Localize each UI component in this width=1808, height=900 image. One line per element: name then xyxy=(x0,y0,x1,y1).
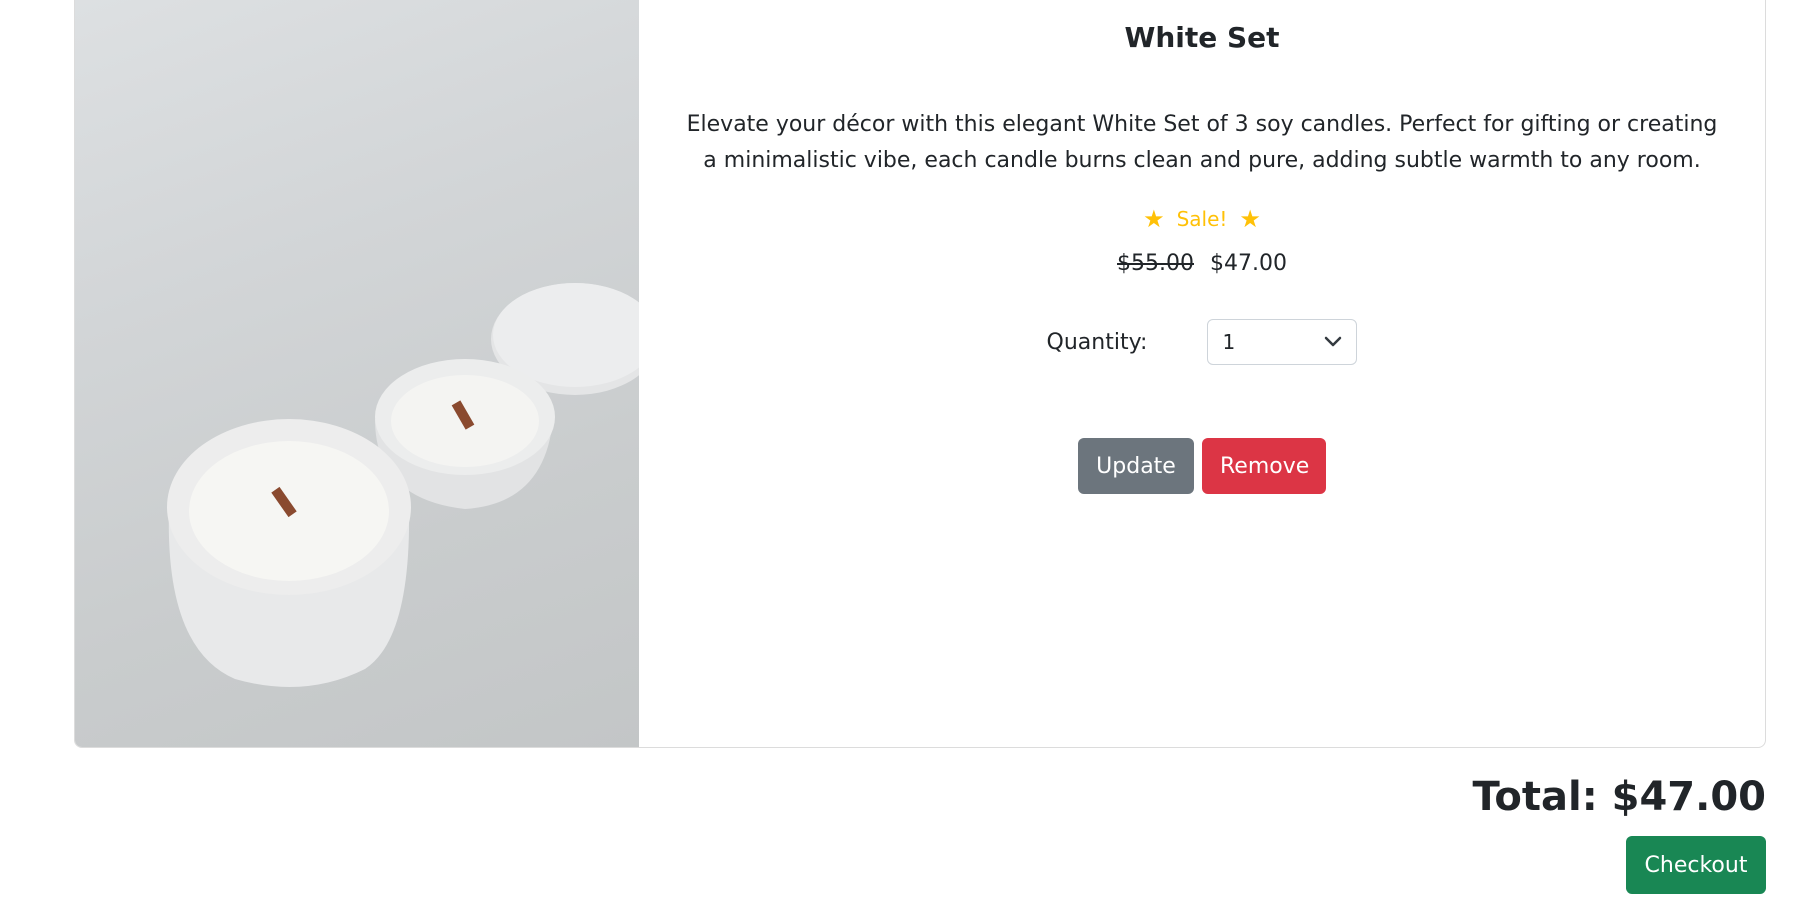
cart-item-card: White Set Elevate your décor with this e… xyxy=(74,0,1766,748)
sale-price: $47.00 xyxy=(1210,251,1287,276)
product-title: White Set xyxy=(1124,21,1280,54)
checkout-button[interactable]: Checkout xyxy=(1626,836,1766,894)
sale-badge: ★ Sale! ★ xyxy=(639,205,1765,233)
quantity-label: Quantity: xyxy=(1046,329,1148,355)
product-description: Elevate your décor with this elegant Whi… xyxy=(686,112,1718,173)
product-image xyxy=(75,0,639,747)
candle-photo xyxy=(167,283,639,687)
cart-total: Total: $47.00 xyxy=(1472,774,1766,820)
star-icon: ★ xyxy=(1239,205,1261,233)
sale-label: Sale! xyxy=(1176,207,1228,231)
price-row: $55.00 $47.00 xyxy=(639,251,1765,276)
quantity-row: Quantity: 1 xyxy=(639,319,1765,365)
chevron-down-icon xyxy=(1325,336,1342,347)
quantity-value: 1 xyxy=(1222,330,1236,354)
remove-button[interactable]: Remove xyxy=(1202,438,1326,494)
product-details: White Set Elevate your décor with this e… xyxy=(639,0,1765,747)
update-button[interactable]: Update xyxy=(1078,438,1194,494)
original-price: $55.00 xyxy=(1117,251,1194,276)
item-actions: Update Remove xyxy=(639,438,1765,494)
star-icon: ★ xyxy=(1143,205,1165,233)
quantity-select[interactable]: 1 xyxy=(1207,319,1358,365)
